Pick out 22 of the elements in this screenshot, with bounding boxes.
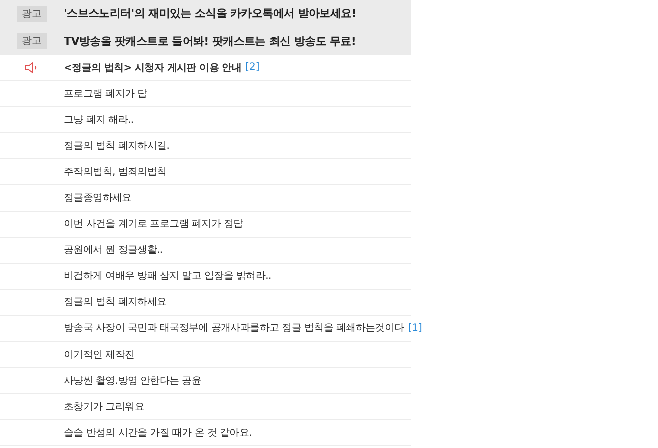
post-title-link[interactable]: 주작의법칙, 범죄의법칙 <box>64 164 167 179</box>
post-title-link[interactable]: 슬슬 반성의 시간을 가질 때가 온 것 같아요. <box>64 426 252 440</box>
ad-badge: 광고 <box>17 6 47 22</box>
post-title-link[interactable]: 이기적인 제작진 <box>64 348 135 362</box>
post-title-link[interactable]: 정글의 법칙 폐지하시길. <box>64 138 170 153</box>
post-title-link[interactable]: <정글의 법칙> 시청자 게시판 이용 안내 <box>64 60 242 75</box>
post-title-link[interactable]: 사냥씬 촬영.방영 안한다는 공윤 <box>64 374 202 388</box>
post-title-link[interactable]: 이번 사건을 계기로 프로그램 폐지가 정답 <box>64 217 244 232</box>
post-title-link[interactable]: 정글종영하세요 <box>64 191 132 206</box>
post-title-link[interactable]: 정글의 법칙 폐지하세요 <box>64 295 167 310</box>
speaker-icon <box>25 62 39 74</box>
post-title-link[interactable]: 공원에서 뭔 정글생활.. <box>64 243 163 258</box>
post-title-link[interactable]: 초창기가 그리워요 <box>64 400 144 414</box>
post-title-link[interactable]: 프로그램 폐지가 답 <box>64 86 148 101</box>
ad-badge: 광고 <box>17 33 47 50</box>
post-title-link[interactable]: 비겁하게 여배우 방패 삼지 말고 입장을 밝혀라.. <box>64 269 272 284</box>
post-title-link[interactable]: 방송국 사장이 국민과 태국정부에 공개사과를하고 정글 법칙을 폐쇄하는것이다 <box>64 321 404 336</box>
post-title-link[interactable]: '스브스노리터'의 재미있는 소식을 카카오톡에서 받아보세요! <box>64 6 356 22</box>
comment-count: [2] <box>246 62 260 74</box>
post-title-link[interactable]: TV방송을 팟캐스트로 들어봐! 팟캐스트는 최신 방송도 무료! <box>64 34 356 49</box>
comment-count: [1] <box>408 322 422 334</box>
post-title-link[interactable]: 그냥 폐지 해라.. <box>64 112 134 127</box>
